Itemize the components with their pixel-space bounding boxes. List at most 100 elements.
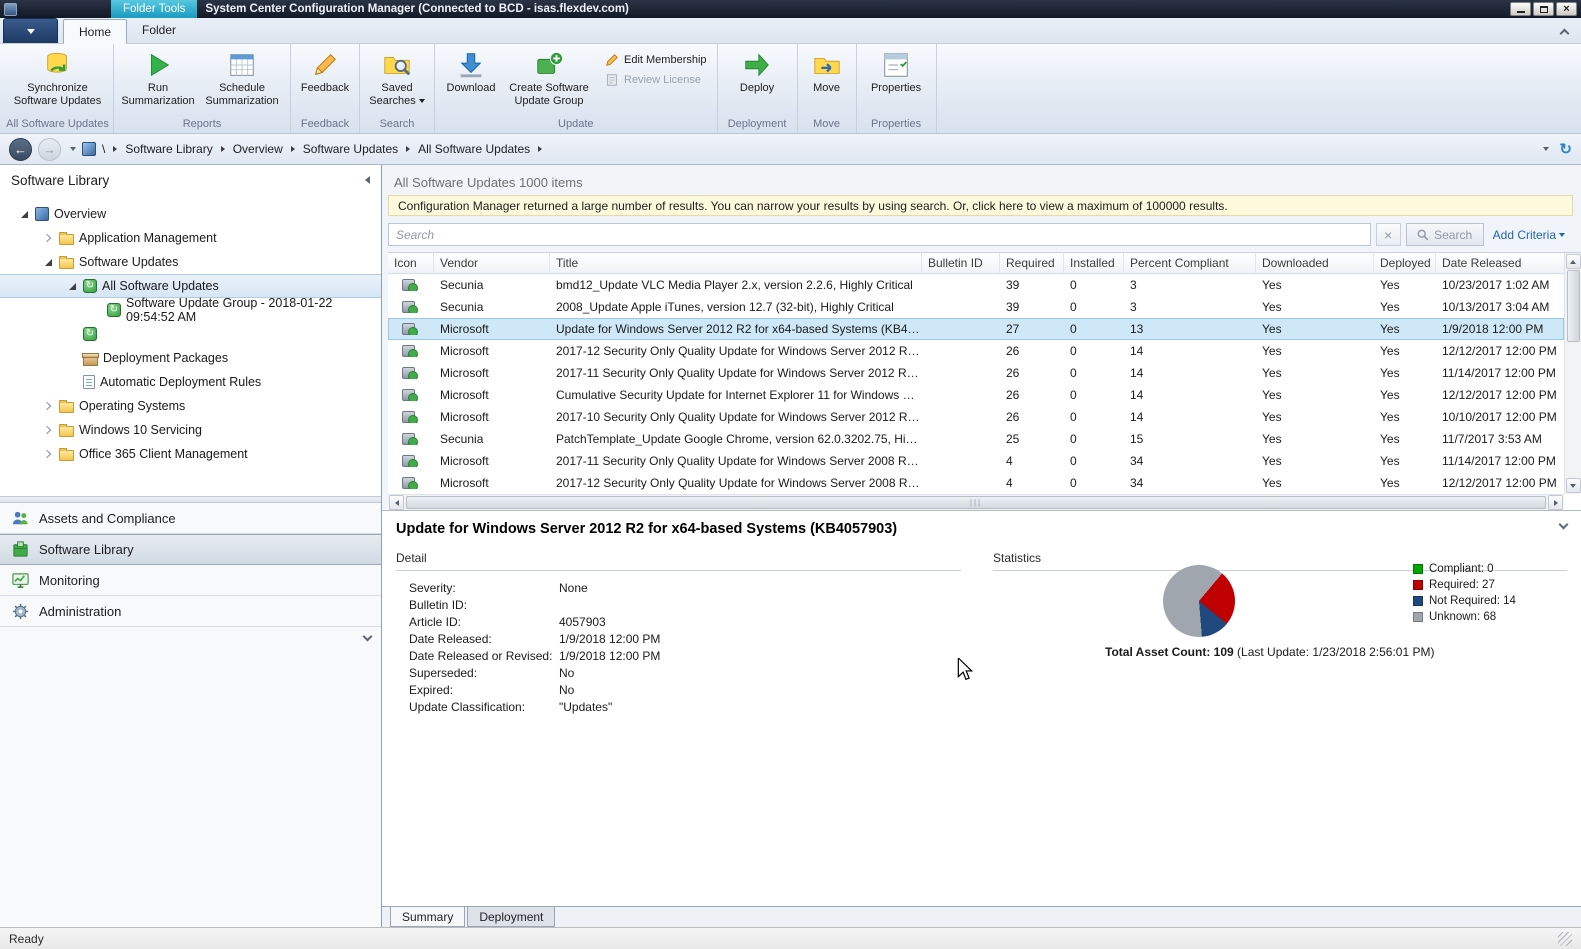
tree-item-operating-systems[interactable]: Operating Systems <box>0 394 381 418</box>
button-label: Properties <box>871 82 921 95</box>
breadcrumb-software-updates[interactable]: Software Updates <box>303 142 398 156</box>
column-header-vendor[interactable]: Vendor <box>434 253 550 273</box>
column-header-bulletin-id[interactable]: Bulletin ID <box>922 253 1000 273</box>
breadcrumb-root[interactable]: \ <box>102 142 105 156</box>
search-input[interactable] <box>396 228 1363 242</box>
tree-expander-icon[interactable] <box>42 451 54 457</box>
properties-button[interactable]: Properties <box>861 47 931 98</box>
tab-deployment[interactable]: Deployment <box>467 907 555 927</box>
tree-item-office-365-client-management[interactable]: Office 365 Client Management <box>0 442 381 466</box>
edit-membership-button[interactable]: Edit Membership <box>605 53 707 67</box>
tree-item-application-management[interactable]: Application Management <box>0 226 381 250</box>
tree-item-deployment-packages[interactable]: Deployment Packages <box>0 346 381 370</box>
scroll-right-button[interactable] <box>1548 495 1563 510</box>
add-criteria-link[interactable]: Add Criteria <box>1493 228 1565 242</box>
breadcrumb-separator-icon[interactable] <box>291 146 295 152</box>
download-button[interactable]: Download <box>439 47 503 98</box>
run-summarization-button[interactable]: Run Summarization <box>118 47 198 111</box>
vertical-scrollbar[interactable] <box>1564 253 1581 494</box>
tree-item-overview[interactable]: Overview <box>0 202 381 226</box>
table-row[interactable]: Microsoft 2017-12 Security Only Quality … <box>388 340 1564 362</box>
workspace-assets-and-compliance[interactable]: Assets and Compliance <box>0 503 381 534</box>
app-icon <box>4 3 17 16</box>
results-notice-bar[interactable]: Configuration Manager returned a large n… <box>388 195 1573 216</box>
nav-history-caret-icon[interactable] <box>70 147 76 151</box>
close-button[interactable]: × <box>1556 2 1577 16</box>
workspace-software-library[interactable]: Software Library <box>0 534 381 565</box>
workspace-options-icon[interactable] <box>363 632 373 642</box>
table-row[interactable]: Microsoft Cumulative Security Update for… <box>388 384 1564 406</box>
workspace-administration[interactable]: Administration <box>0 596 381 627</box>
table-row[interactable]: Microsoft 2017-11 Security Only Quality … <box>388 362 1564 384</box>
vertical-scroll-thumb[interactable] <box>1567 270 1580 342</box>
breadcrumb-separator-icon[interactable] <box>221 146 225 152</box>
workspace-monitoring[interactable]: Monitoring <box>0 565 381 596</box>
application-menu-button[interactable] <box>3 18 58 43</box>
column-header-deployed[interactable]: Deployed <box>1374 253 1436 273</box>
table-row[interactable]: Microsoft 2017-12 Security Only Quality … <box>388 472 1564 494</box>
table-row[interactable]: Microsoft 2017-11 Security Only Quality … <box>388 450 1564 472</box>
deploy-button[interactable]: Deploy <box>726 47 788 98</box>
schedule-summarization-button[interactable]: Schedule Summarization <box>198 47 286 111</box>
column-header-installed[interactable]: Installed <box>1064 253 1124 273</box>
column-header-downloaded[interactable]: Downloaded <box>1256 253 1374 273</box>
breadcrumb-software-library[interactable]: Software Library <box>125 142 212 156</box>
resize-grip[interactable] <box>1558 932 1572 946</box>
breadcrumb-overview[interactable]: Overview <box>233 142 283 156</box>
refresh-icon[interactable]: ↻ <box>1559 142 1572 157</box>
tree-expander-icon[interactable] <box>42 235 54 241</box>
breadcrumb-separator-icon[interactable] <box>538 146 542 152</box>
saved-searches-button[interactable]: Saved Searches <box>364 47 430 111</box>
tree-item-windows-10-servicing[interactable]: Windows 10 Servicing <box>0 418 381 442</box>
column-header-title[interactable]: Title <box>550 253 922 273</box>
tree-item-all-software-updates[interactable]: All Software Updates <box>0 274 381 298</box>
feedback-button[interactable]: Feedback <box>295 47 355 98</box>
synchronize-software-updates-button[interactable]: Synchronize Software Updates <box>10 47 106 111</box>
move-button[interactable]: Move <box>802 47 852 98</box>
table-row-selected[interactable]: Microsoft Update for Windows Server 2012… <box>388 318 1564 340</box>
tree-expander-icon[interactable] <box>42 403 54 409</box>
tree-expander-icon[interactable] <box>66 283 78 290</box>
tree-expander-icon[interactable] <box>42 259 54 266</box>
collapse-summary-pane-icon[interactable] <box>1559 520 1569 530</box>
tab-home[interactable]: Home <box>63 19 127 44</box>
create-software-update-group-button[interactable]: Create Software Update Group <box>503 47 595 111</box>
tree-item-software-update-groups[interactable] <box>0 322 381 346</box>
collapse-pane-icon[interactable] <box>365 176 370 184</box>
maximize-button[interactable] <box>1533 2 1554 16</box>
column-header-icon[interactable]: Icon <box>388 253 434 273</box>
tree-item-software-updates[interactable]: Software Updates <box>0 250 381 274</box>
forward-button[interactable]: → <box>38 138 61 161</box>
column-header-percent-compliant[interactable]: Percent Compliant <box>1124 253 1256 273</box>
tree-expander-icon[interactable] <box>18 211 30 218</box>
back-button[interactable]: ← <box>9 138 32 161</box>
scroll-down-button[interactable] <box>1566 478 1581 493</box>
tab-folder[interactable]: Folder <box>127 18 191 43</box>
column-header-date-released[interactable]: Date Released <box>1436 253 1564 273</box>
collapse-ribbon-button[interactable] <box>1561 26 1569 34</box>
tree-item-software-update-group[interactable]: Software Update Group - 2018-01-22 09:54… <box>0 298 381 322</box>
search-button[interactable]: Search <box>1406 223 1484 246</box>
tab-summary[interactable]: Summary <box>390 907 465 927</box>
clear-search-button[interactable]: × <box>1376 223 1401 246</box>
review-license-button[interactable]: Review License <box>605 73 707 87</box>
selected-update-title: Update for Windows Server 2012 R2 for x6… <box>396 521 897 537</box>
folder-tools-contextual-tab[interactable]: Folder Tools <box>111 0 197 18</box>
table-row[interactable]: Secunia bmd12_Update VLC Media Player 2.… <box>388 274 1564 296</box>
scroll-up-button[interactable] <box>1566 254 1581 269</box>
table-row[interactable]: Secunia PatchTemplate_Update Google Chro… <box>388 428 1564 450</box>
table-row[interactable]: Microsoft 2017-10 Security Only Quality … <box>388 406 1564 428</box>
horizontal-scroll-thumb[interactable]: ||| <box>406 496 1546 509</box>
table-row[interactable]: Secunia 2008_Update Apple iTunes, versio… <box>388 296 1564 318</box>
column-header-required[interactable]: Required <box>1000 253 1064 273</box>
minimize-button[interactable] <box>1510 2 1531 16</box>
tree-expander-icon[interactable] <box>42 427 54 433</box>
breadcrumb-all-software-updates[interactable]: All Software Updates <box>418 142 530 156</box>
navigation-splitter[interactable] <box>0 496 381 503</box>
address-dropdown-caret-icon[interactable] <box>1543 147 1549 151</box>
tree-item-automatic-deployment-rules[interactable]: Automatic Deployment Rules <box>0 370 381 394</box>
scroll-left-button[interactable] <box>389 495 404 510</box>
breadcrumb-separator-icon[interactable] <box>406 146 410 152</box>
horizontal-scrollbar[interactable]: ||| <box>388 494 1564 510</box>
breadcrumb-separator-icon[interactable] <box>113 146 117 152</box>
